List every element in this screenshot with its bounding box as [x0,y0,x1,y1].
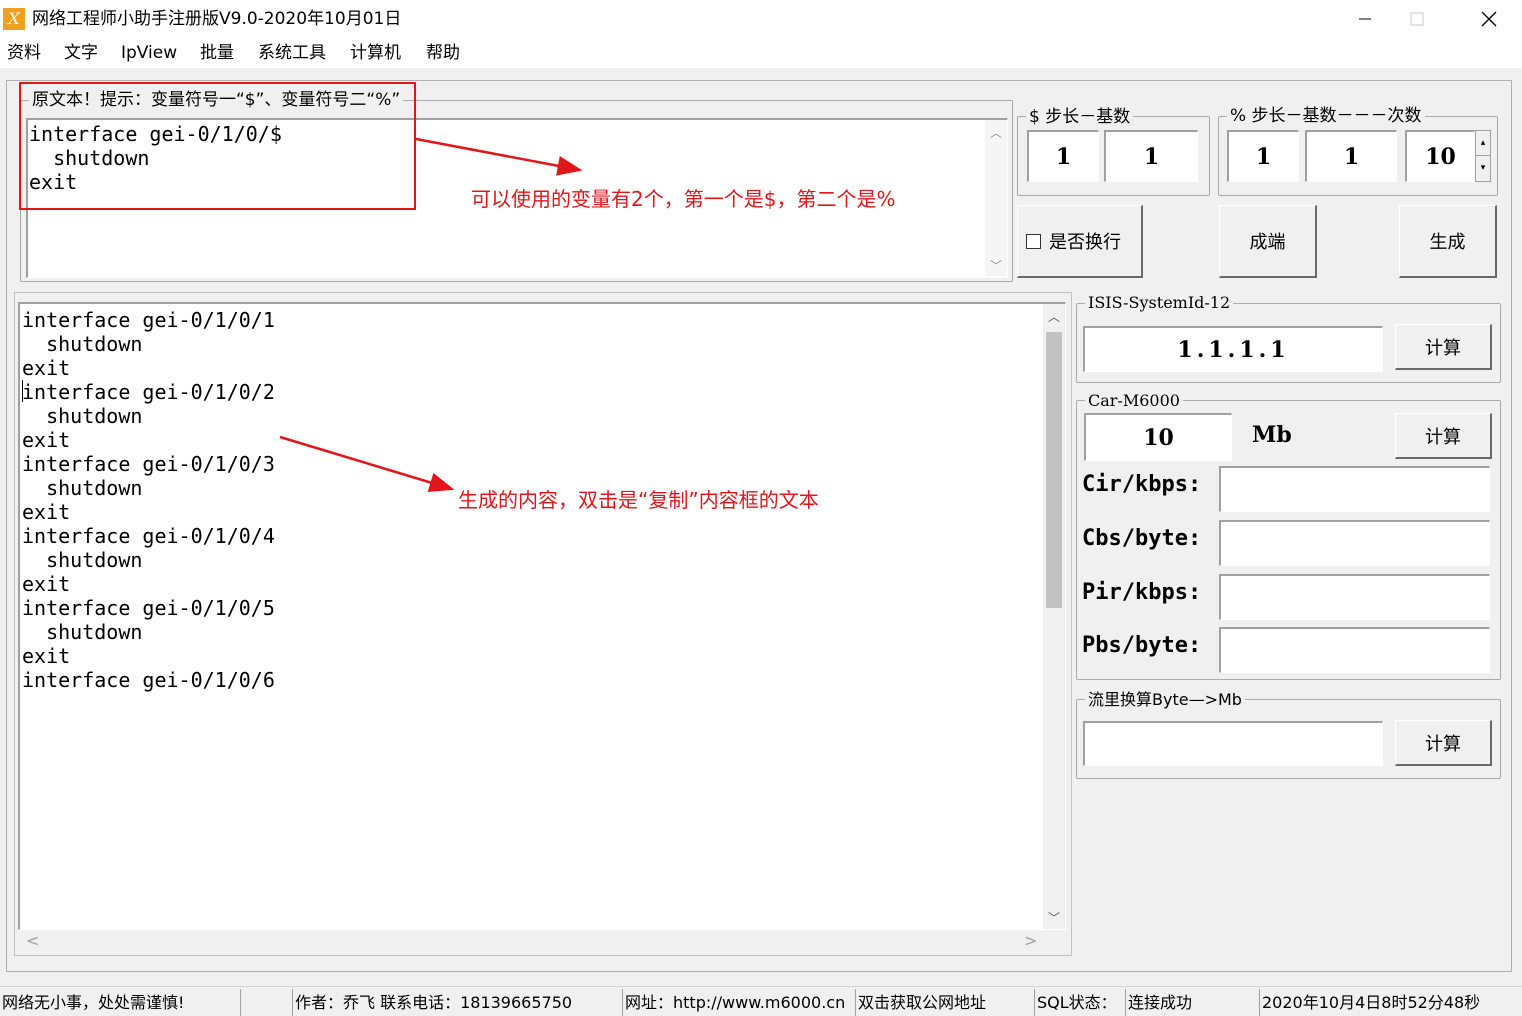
status-slogan: 网络无小事，处处需谨慎! [2,993,185,1012]
annotation-top-text: 可以使用的变量有2个，第一个是$，第二个是% [471,187,896,211]
status-empty [240,989,290,1016]
status-website[interactable]: 网址：http://www.m6000.cn [622,989,854,1016]
annotation-bottom-text: 生成的内容，双击是“复制”内容框的文本 [458,488,819,512]
status-sql-value: 连接成功 [1125,989,1257,1016]
status-author: 作者：乔飞 联系电话：18139665750 [292,989,620,1016]
annotation-arrow-top [415,137,583,176]
status-datetime: 2020年10月4日8时52分48秒 [1259,989,1522,1016]
status-sql-label: SQL状态： [1034,989,1124,1016]
status-public-ip[interactable]: 双击获取公网地址 [855,989,1032,1016]
annotation-arrow-bottom [279,435,455,493]
